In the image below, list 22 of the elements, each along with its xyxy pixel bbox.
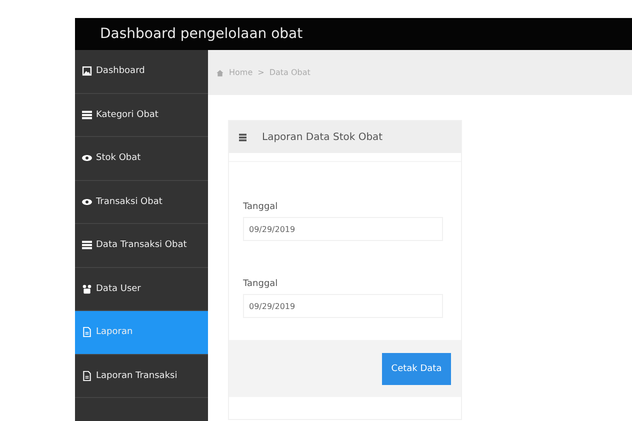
list-icon (82, 110, 92, 120)
document-icon (82, 327, 92, 338)
document-icon (82, 370, 92, 381)
date-field[interactable]: 09/29/2019 (243, 217, 443, 241)
home-icon (216, 68, 224, 76)
card-title: Laporan Data Stok Obat (262, 132, 383, 142)
eye-icon (82, 196, 92, 207)
list-icon (82, 240, 92, 250)
list-icon (239, 132, 248, 142)
app-title: Dashboard pengelolaan obat (100, 26, 303, 42)
sidebar-item[interactable]: Stok Obat (75, 137, 208, 180)
field-label: Tanggal (243, 202, 279, 212)
sidebar-item[interactable]: Transaksi Obat (75, 180, 208, 224)
sidebar-item[interactable]: Kategori Obat (75, 94, 208, 137)
date-field[interactable]: 09/29/2019 (243, 294, 443, 318)
picture-icon (82, 66, 92, 76)
field-label: Tanggal (243, 279, 279, 289)
users-icon (82, 284, 92, 294)
breadcrumb-separator: > (258, 68, 264, 77)
sidebar-item[interactable]: Data Transaksi Obat (75, 224, 208, 268)
eye-icon (82, 153, 92, 164)
sidebar-item[interactable]: Laporan Transaksi (75, 354, 208, 398)
